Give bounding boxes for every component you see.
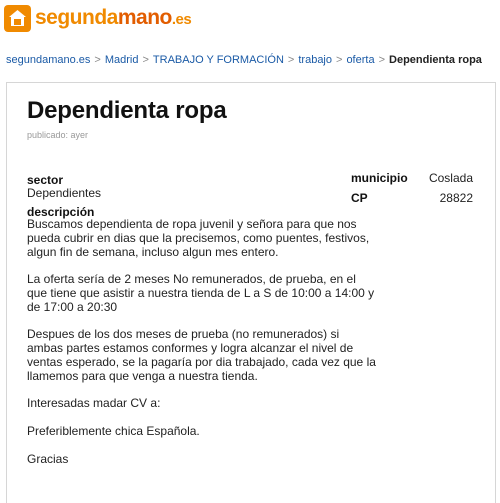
- logo-text-segunda: segunda: [35, 6, 118, 29]
- sector-label: sector: [27, 173, 64, 187]
- description-paragraph: Buscamos dependienta de ropa juvenil y s…: [27, 217, 370, 259]
- logo-text-tld: .es: [171, 11, 192, 28]
- description-text: Buscamos dependienta de ropa juvenil y s…: [27, 217, 377, 480]
- breadcrumb-madrid[interactable]: Madrid: [105, 54, 139, 66]
- description-paragraph: Preferiblemente chica Española.: [27, 423, 200, 438]
- breadcrumb-separator: >: [336, 54, 343, 66]
- breadcrumb-oferta[interactable]: oferta: [346, 54, 374, 66]
- site-header: segundamano.es: [4, 4, 304, 34]
- breadcrumb-current: Dependienta ropa: [389, 54, 482, 66]
- description-paragraph: La oferta sería de 2 meses No remunerado…: [27, 272, 375, 314]
- house-logo-icon[interactable]: [4, 5, 31, 32]
- breadcrumb-trabajo[interactable]: trabajo: [298, 54, 332, 66]
- description-paragraph: Despues de los dos meses de prueba (no r…: [27, 327, 376, 383]
- ad-title: Dependienta ropa: [27, 97, 227, 124]
- sector-value: Dependientes: [27, 186, 102, 200]
- breadcrumb-trabajo-formacion[interactable]: TRABAJO Y FORMACIÓN: [153, 54, 284, 66]
- breadcrumb-separator: >: [142, 54, 149, 66]
- breadcrumb-home[interactable]: segundamano.es: [6, 54, 90, 66]
- description-paragraph: Gracias: [27, 451, 69, 466]
- ad-detail-panel: Dependienta ropa publicado: ayer sector …: [6, 82, 496, 503]
- description-paragraph: Interesadas madar CV a:: [27, 396, 161, 411]
- site-logo[interactable]: segundamano.es: [35, 6, 192, 32]
- municipio-value: Coslada: [428, 171, 473, 185]
- cp-value: 28822: [439, 191, 473, 205]
- breadcrumb-separator: >: [287, 54, 295, 66]
- breadcrumb-separator: >: [378, 54, 386, 66]
- published-date: publicado: ayer: [27, 130, 89, 140]
- breadcrumb-separator: >: [94, 54, 101, 66]
- municipio-label: municipio: [351, 171, 408, 185]
- breadcrumb: segundamano.es > Madrid > TRABAJO Y FORMACIÓ…: [6, 54, 496, 66]
- cp-label: CP: [351, 191, 368, 205]
- logo-text-mano: mano: [117, 6, 173, 29]
